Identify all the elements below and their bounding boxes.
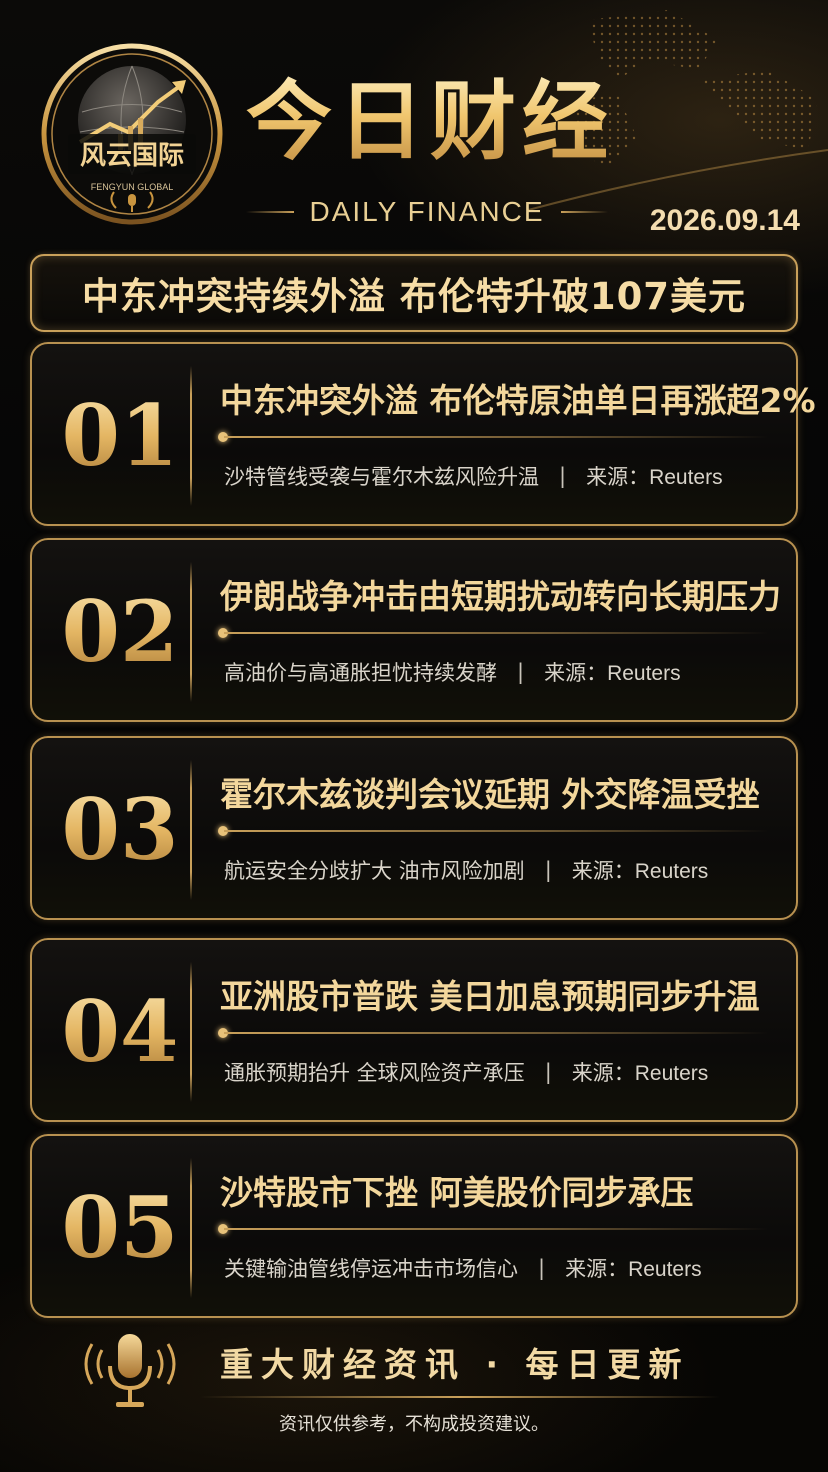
source-label: 来源： (571, 859, 635, 883)
news-number: 04 (60, 968, 180, 1096)
news-number: 03 (60, 766, 180, 894)
divider (224, 1032, 768, 1034)
divider (246, 211, 294, 213)
news-meta: 沙特管线受袭与霍尔木兹风险升温 | 来源：Reuters (224, 456, 784, 496)
news-source: 来源：Reuters (586, 461, 723, 491)
issue-date: 2026.09.14 (649, 204, 800, 237)
source-name: Reuters (634, 1062, 709, 1085)
divider (190, 562, 192, 702)
brand-name-en: FENGYUN GLOBAL (91, 182, 174, 192)
news-meta: 航运安全分歧扩大 油市风险加剧 | 来源：Reuters (224, 850, 784, 890)
news-summary: 关键输油管线停运冲击市场信心 (224, 1257, 518, 1281)
divider (224, 436, 768, 438)
news-summary: 沙特管线受袭与霍尔木兹风险升温 (224, 465, 539, 489)
page-title: 今日财经 (246, 62, 616, 182)
source-name: Reuters (634, 860, 709, 883)
news-card-05[interactable]: 05 沙特股市下挫 阿美股价同步承压 关键输油管线停运冲击市场信心 | 来源：R… (30, 1134, 798, 1318)
page-subtitle: DAILY FINANCE (309, 196, 545, 227)
brand-logo: 风云国际 FENGYUN GLOBAL (41, 43, 223, 225)
brand-name-cn: 风云国际 (80, 141, 184, 171)
footer-tagline: 重大财经资讯 · 每日更新 (220, 1345, 690, 1384)
news-meta: 关键输油管线停运冲击市场信心 | 来源：Reuters (224, 1248, 784, 1288)
source-label: 来源： (565, 1257, 629, 1281)
news-source: 来源：Reuters (572, 855, 709, 885)
divider (224, 632, 768, 634)
microphone-icon (84, 1334, 176, 1407)
separator: | (559, 464, 567, 488)
separator: | (544, 858, 552, 882)
news-headline: 中东冲突外溢 布伦特原油单日再涨超2% (220, 381, 816, 420)
divider (224, 830, 768, 832)
divider (560, 211, 609, 213)
separator: | (517, 660, 525, 684)
headline-banner: 中东冲突持续外溢 布伦特升破107美元 (30, 254, 798, 332)
news-meta: 通胀预期抬升 全球风险资产承压 | 来源：Reuters (224, 1052, 784, 1092)
source-label: 来源： (544, 661, 608, 685)
source-label: 来源： (571, 1061, 635, 1085)
news-summary: 航运安全分歧扩大 油市风险加剧 (224, 859, 525, 883)
source-label: 来源： (586, 465, 650, 489)
divider (200, 1396, 720, 1398)
separator: | (544, 1060, 552, 1084)
news-card-03[interactable]: 03 霍尔木兹谈判会议延期 外交降温受挫 航运安全分歧扩大 油市风险加剧 | 来… (30, 736, 798, 920)
separator: | (538, 1256, 546, 1280)
divider (224, 1228, 768, 1230)
news-headline: 沙特股市下挫 阿美股价同步承压 (220, 1173, 694, 1212)
news-meta: 高油价与高通胀担忧持续发酵 | 来源：Reuters (224, 652, 784, 692)
news-headline: 霍尔木兹谈判会议延期 外交降温受挫 (220, 775, 760, 814)
news-source: 来源：Reuters (544, 657, 681, 687)
source-name: Reuters (607, 662, 681, 685)
divider (190, 962, 192, 1102)
source-name: Reuters (649, 466, 723, 489)
news-card-04[interactable]: 04 亚洲股市普跌 美日加息预期同步升温 通胀预期抬升 全球风险资产承压 | 来… (30, 938, 798, 1122)
news-headline: 伊朗战争冲击由短期扰动转向长期压力 (220, 577, 781, 616)
divider (190, 760, 192, 900)
divider (190, 1158, 192, 1298)
news-summary: 高油价与高通胀担忧持续发酵 (224, 661, 497, 685)
news-number: 02 (60, 568, 180, 696)
source-name: Reuters (628, 1258, 702, 1281)
news-source: 来源：Reuters (572, 1057, 709, 1087)
news-headline: 亚洲股市普跌 美日加息预期同步升温 (220, 977, 760, 1016)
news-number: 05 (60, 1164, 180, 1292)
news-summary: 通胀预期抬升 全球风险资产承压 (224, 1061, 525, 1085)
news-number: 01 (60, 372, 180, 500)
news-source: 来源：Reuters (565, 1253, 702, 1283)
news-card-02[interactable]: 02 伊朗战争冲击由短期扰动转向长期压力 高油价与高通胀担忧持续发酵 | 来源：… (30, 538, 798, 722)
disclaimer: 资讯仅供参考，不构成投资建议。 (279, 1414, 549, 1435)
subtitle-row: DAILY FINANCE (246, 190, 609, 234)
divider (190, 366, 192, 506)
news-card-01[interactable]: 01 中东冲突外溢 布伦特原油单日再涨超2% 沙特管线受袭与霍尔木兹风险升温 |… (30, 342, 816, 526)
banner-headline: 中东冲突持续外溢 布伦特升破107美元 (81, 275, 747, 318)
